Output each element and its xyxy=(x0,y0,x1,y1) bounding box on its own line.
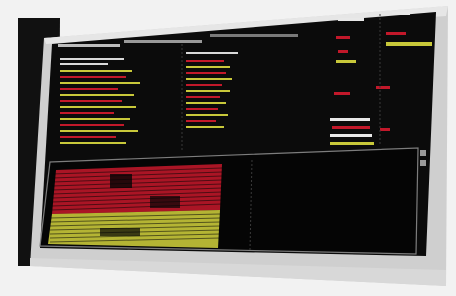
red-marker xyxy=(332,126,370,129)
text-line xyxy=(186,78,232,80)
red-marker xyxy=(380,128,390,131)
text-line xyxy=(186,60,224,62)
text-line xyxy=(60,63,108,65)
header-bar-2 xyxy=(124,40,202,43)
header-bar-3 xyxy=(210,34,298,37)
header-bar-1 xyxy=(58,44,120,47)
gap xyxy=(100,228,140,236)
text-line xyxy=(60,94,134,96)
text-line xyxy=(60,130,138,132)
text-line xyxy=(60,106,136,108)
yellow-marker xyxy=(330,142,374,145)
gap xyxy=(110,174,132,188)
red-marker xyxy=(334,92,350,95)
text-line xyxy=(60,70,132,72)
text-line xyxy=(186,102,226,104)
text-line xyxy=(60,118,130,120)
text-line xyxy=(186,72,226,74)
gap xyxy=(150,196,180,208)
text-line xyxy=(186,114,228,116)
white-marker xyxy=(330,118,370,121)
text-line xyxy=(186,66,230,68)
text-line xyxy=(60,112,114,114)
text-line xyxy=(186,120,216,122)
yellow-marker xyxy=(336,60,356,63)
red-marker xyxy=(336,36,350,39)
text-line xyxy=(60,136,116,138)
text-line xyxy=(60,124,124,126)
panel-control xyxy=(420,150,426,156)
text-line xyxy=(60,142,126,144)
red-marker xyxy=(376,86,390,89)
white-marker xyxy=(338,18,364,21)
panel-control xyxy=(420,160,426,166)
white-marker xyxy=(330,134,372,137)
text-line xyxy=(186,84,222,86)
text-line xyxy=(186,126,224,128)
red-marker xyxy=(338,50,348,53)
text-line xyxy=(60,82,140,84)
text-line xyxy=(186,108,218,110)
text-line xyxy=(60,88,118,90)
yellow-marker xyxy=(386,42,432,46)
text-line xyxy=(60,76,126,78)
red-marker xyxy=(386,32,406,35)
monitor-photo xyxy=(0,0,456,296)
text-line xyxy=(186,96,220,98)
text-line xyxy=(186,52,238,54)
data-block xyxy=(48,164,223,248)
text-line xyxy=(186,90,230,92)
text-line xyxy=(60,100,122,102)
text-line xyxy=(60,58,124,60)
white-marker xyxy=(392,12,410,15)
